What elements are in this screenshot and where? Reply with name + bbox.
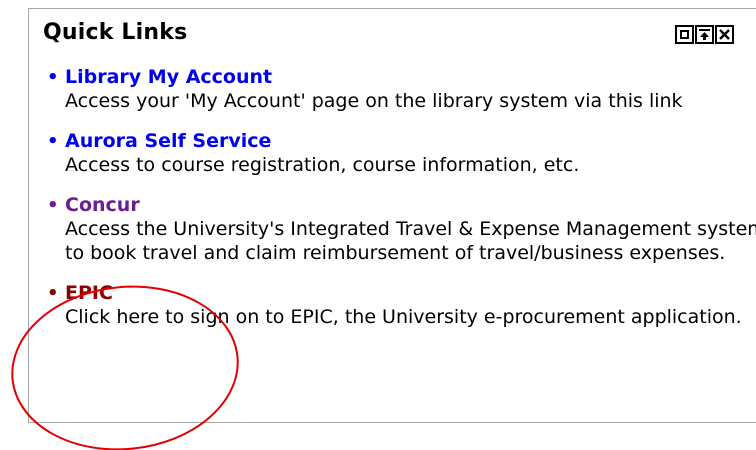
list-item: • Library My Account Access your 'My Acc…	[47, 65, 756, 113]
bullet-icon: •	[47, 283, 59, 304]
bullet-icon: •	[47, 67, 59, 88]
link-description: Access your 'My Account' page on the lib…	[65, 90, 683, 112]
aurora-self-service-link[interactable]: Aurora Self Service	[65, 129, 756, 153]
epic-link[interactable]: EPIC	[65, 281, 756, 305]
list-item: • Concur Access the University's Integra…	[47, 193, 756, 265]
bullet-icon: •	[47, 131, 59, 152]
close-icon[interactable]	[715, 25, 734, 44]
link-description: Access the University's Integrated Trave…	[65, 218, 756, 264]
concur-link[interactable]: Concur	[65, 193, 756, 217]
panel-title: Quick Links	[43, 20, 188, 45]
minimize-icon[interactable]	[675, 25, 694, 44]
library-my-account-link[interactable]: Library My Account	[65, 65, 756, 89]
link-description: Click here to sign on to EPIC, the Unive…	[65, 306, 742, 328]
list-item: • EPIC Click here to sign on to EPIC, th…	[47, 281, 756, 329]
list-item: • Aurora Self Service Access to course r…	[47, 129, 756, 177]
link-description: Access to course registration, course in…	[65, 154, 580, 176]
panel-controls	[675, 25, 734, 44]
quick-links-panel: Quick Links • Library My Account Access …	[28, 8, 756, 423]
links-list: • Library My Account Access your 'My Acc…	[47, 65, 756, 329]
move-up-icon[interactable]	[695, 25, 714, 44]
bullet-icon: •	[47, 195, 59, 216]
